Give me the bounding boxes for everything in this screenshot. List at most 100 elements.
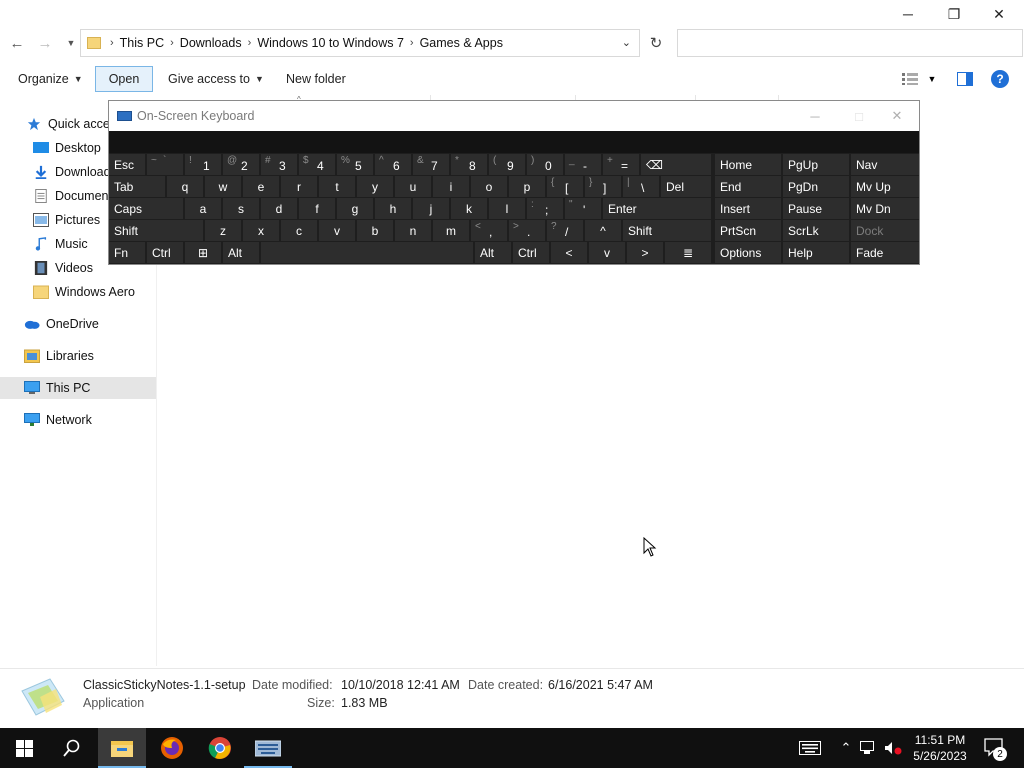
key-dock[interactable]: Dock: [851, 220, 919, 241]
key-period[interactable]: >.: [509, 220, 545, 241]
key-windows[interactable]: ⊞: [185, 242, 221, 263]
give-access-button[interactable]: Give access to ▼: [160, 66, 272, 92]
open-button[interactable]: Open: [95, 66, 153, 92]
nav-item-videos[interactable]: Videos: [33, 257, 93, 279]
key-space[interactable]: [261, 242, 473, 263]
breadcrumb-separator[interactable]: ›: [170, 37, 174, 49]
key-equals[interactable]: + =: [603, 154, 639, 175]
nav-item-desktop[interactable]: Desktop: [33, 137, 101, 159]
key-shift-left[interactable]: Shift: [109, 220, 203, 241]
key-tab[interactable]: Tab: [109, 176, 165, 197]
tray-keyboard-icon[interactable]: [796, 728, 824, 768]
key-v[interactable]: v: [319, 220, 355, 241]
key-c[interactable]: c: [281, 220, 317, 241]
key-pgup[interactable]: PgUp: [783, 154, 849, 175]
key-down-arrow[interactable]: v: [589, 242, 625, 263]
nav-item-this-pc[interactable]: This PC: [0, 377, 156, 399]
key-x[interactable]: x: [243, 220, 279, 241]
breadcrumb-separator[interactable]: ›: [110, 37, 114, 49]
key-fade[interactable]: Fade: [851, 242, 919, 263]
key-l[interactable]: l: [489, 198, 525, 219]
key-g[interactable]: g: [337, 198, 373, 219]
key-insert[interactable]: Insert: [715, 198, 781, 219]
breadcrumb-separator[interactable]: ›: [410, 37, 414, 49]
key-prtscn[interactable]: PrtScn: [715, 220, 781, 241]
view-dropdown-icon[interactable]: ▼: [922, 70, 942, 88]
show-hidden-icons-chevron-icon[interactable]: ⌃: [836, 728, 856, 768]
organize-button[interactable]: Organize ▼: [10, 66, 91, 92]
refresh-icon[interactable]: ↻: [644, 29, 668, 57]
key-caps[interactable]: Caps: [109, 198, 183, 219]
key-s[interactable]: s: [223, 198, 259, 219]
breadcrumb-downloads[interactable]: Downloads: [180, 36, 242, 50]
key-j[interactable]: j: [413, 198, 449, 219]
key-2[interactable]: @2: [223, 154, 259, 175]
taskbar-osk[interactable]: [244, 728, 292, 768]
osk-close-button[interactable]: ✕: [887, 107, 907, 125]
key-n[interactable]: n: [395, 220, 431, 241]
key-a[interactable]: a: [185, 198, 221, 219]
close-button[interactable]: ✕: [976, 0, 1022, 28]
key-m[interactable]: m: [433, 220, 469, 241]
key-3[interactable]: #3: [261, 154, 297, 175]
breadcrumb-games-apps[interactable]: Games & Apps: [420, 36, 503, 50]
nav-item-documents[interactable]: Documen: [33, 185, 109, 207]
key-del[interactable]: Del: [661, 176, 711, 197]
key-options[interactable]: Options: [715, 242, 781, 263]
key-k[interactable]: k: [451, 198, 487, 219]
key-pause[interactable]: Pause: [783, 198, 849, 219]
key-menu[interactable]: ≣: [665, 242, 711, 263]
key-1[interactable]: ! 1: [185, 154, 221, 175]
key-alt-left[interactable]: Alt: [223, 242, 259, 263]
key-mv-dn[interactable]: Mv Dn: [851, 198, 919, 219]
key-i[interactable]: i: [433, 176, 469, 197]
key-backslash[interactable]: | \: [623, 176, 659, 197]
search-button[interactable]: [48, 728, 96, 768]
key-y[interactable]: y: [357, 176, 393, 197]
key-f[interactable]: f: [299, 198, 335, 219]
key-ctrl-right[interactable]: Ctrl: [513, 242, 549, 263]
taskbar-chrome[interactable]: [196, 728, 244, 768]
key-t[interactable]: t: [319, 176, 355, 197]
preview-pane-icon[interactable]: [955, 70, 975, 88]
key-r[interactable]: r: [281, 176, 317, 197]
key-up-arrow[interactable]: ^: [585, 220, 621, 241]
nav-item-windows-aero[interactable]: Windows Aero: [33, 281, 135, 303]
key-esc[interactable]: Esc: [109, 154, 145, 175]
help-icon[interactable]: ?: [991, 70, 1009, 88]
key-6[interactable]: ^ 6: [375, 154, 411, 175]
breadcrumb-this-pc[interactable]: This PC: [120, 36, 164, 50]
action-center-button[interactable]: 2: [980, 728, 1010, 768]
key-pgdn[interactable]: PgDn: [783, 176, 849, 197]
key-shift-right[interactable]: Shift: [623, 220, 711, 241]
key-right-arrow[interactable]: >: [627, 242, 663, 263]
taskbar-file-explorer[interactable]: [98, 728, 146, 768]
view-options-icon[interactable]: [900, 70, 920, 88]
nav-item-onedrive[interactable]: OneDrive: [24, 313, 99, 335]
key-b[interactable]: b: [357, 220, 393, 241]
key-d[interactable]: d: [261, 198, 297, 219]
key-slash[interactable]: ? /: [547, 220, 583, 241]
key-o[interactable]: o: [471, 176, 507, 197]
key-mv-up[interactable]: Mv Up: [851, 176, 919, 197]
key-left-bracket[interactable]: {[: [547, 176, 583, 197]
volume-muted-icon[interactable]: [882, 728, 904, 768]
key-semicolon[interactable]: :;: [527, 198, 563, 219]
key-end[interactable]: End: [715, 176, 781, 197]
key-home[interactable]: Home: [715, 154, 781, 175]
key-4[interactable]: $4: [299, 154, 335, 175]
key-z[interactable]: z: [205, 220, 241, 241]
address-bar[interactable]: › This PC › Downloads › Windows 10 to Wi…: [80, 29, 640, 57]
key-comma[interactable]: <,: [471, 220, 507, 241]
key-backspace[interactable]: ⌫: [641, 154, 711, 175]
taskbar-firefox[interactable]: [148, 728, 196, 768]
key-u[interactable]: u: [395, 176, 431, 197]
key-p[interactable]: p: [509, 176, 545, 197]
key-minus[interactable]: _ -: [565, 154, 601, 175]
key-alt-right[interactable]: Alt: [475, 242, 511, 263]
key-scrlk[interactable]: ScrLk: [783, 220, 849, 241]
breadcrumb-separator[interactable]: ›: [248, 37, 252, 49]
nav-item-downloads[interactable]: Download: [33, 161, 111, 183]
taskbar-clock[interactable]: 11:51 PM 5/26/2023: [905, 732, 975, 764]
nav-item-pictures[interactable]: Pictures: [33, 209, 100, 231]
